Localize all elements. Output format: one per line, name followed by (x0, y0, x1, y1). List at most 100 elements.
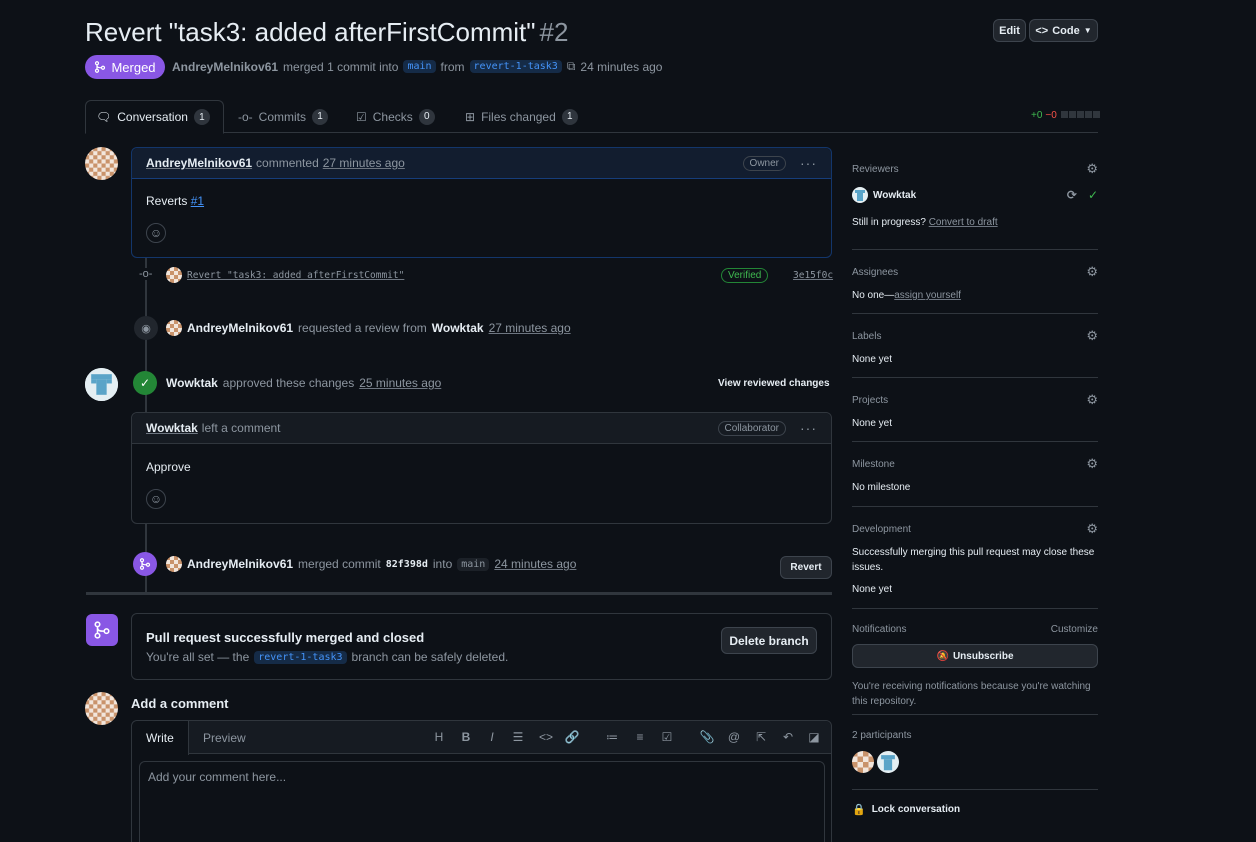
edit-button[interactable]: Edit (993, 19, 1026, 42)
gear-icon[interactable]: ⚙ (1086, 161, 1098, 177)
first-comment: AndreyMelnikov61 commented 27 minutes ag… (131, 147, 832, 258)
ordered-list-icon[interactable]: ≔ (604, 730, 620, 744)
participant-avatar[interactable] (852, 751, 874, 773)
milestone-section: Milestone ⚙ No milestone (852, 456, 1098, 507)
reply-icon[interactable]: ↶ (780, 730, 796, 744)
avatar-wowktak[interactable] (85, 368, 118, 401)
gear-icon[interactable]: ⚙ (1086, 264, 1098, 280)
tab-label: Checks (372, 109, 413, 124)
add-reaction-icon[interactable]: ☺ (146, 223, 166, 243)
heading-icon[interactable]: H (431, 730, 447, 744)
slash-command-icon[interactable]: ◪ (806, 730, 822, 744)
tab-files-changed[interactable]: ⊞ Files changed 1 (455, 100, 588, 133)
gear-icon[interactable]: ⚙ (1086, 328, 1098, 344)
unsubscribe-button[interactable]: 🔕 Unsubscribe (852, 644, 1098, 668)
commit-message[interactable]: Revert "task3: added afterFirstCommit" (187, 270, 404, 281)
view-reviewed-changes-link[interactable]: View reviewed changes (718, 378, 830, 389)
commit-sha[interactable]: 3e15f0c (793, 270, 833, 281)
base-branch[interactable]: main (403, 60, 436, 73)
assignees-section: Assignees ⚙ No one—assign yourself (852, 264, 1098, 314)
head-branch[interactable]: revert-1-task3 (469, 60, 562, 73)
comment-action: left a comment (201, 421, 281, 435)
bold-icon[interactable]: B (458, 730, 474, 744)
commit-event: Revert "task3: added afterFirstCommit" (166, 267, 404, 283)
author-link[interactable]: AndreyMelnikov61 (172, 60, 278, 74)
verified-badge[interactable]: Verified (721, 268, 769, 283)
reviewer-name[interactable]: Wowktak (432, 321, 484, 335)
gear-icon[interactable]: ⚙ (1086, 392, 1098, 408)
approver-name[interactable]: Wowktak (166, 376, 218, 390)
tab-label: Commits (258, 109, 307, 124)
reviewer-avatar[interactable] (852, 187, 868, 203)
tab-commits[interactable]: -o- Commits 1 (228, 100, 338, 133)
mention-icon[interactable]: @ (726, 730, 742, 744)
avatar-andreymelnikov61[interactable] (85, 147, 118, 180)
tab-count: 1 (193, 109, 210, 125)
delete-branch-button[interactable]: Delete branch (721, 627, 817, 654)
italic-icon[interactable]: I (484, 730, 500, 744)
issue-link[interactable]: #1 (191, 194, 204, 208)
comment-header: AndreyMelnikov61 commented 27 minutes ag… (132, 148, 831, 179)
code-button[interactable]: <> Code ▼ (1029, 19, 1098, 42)
attach-icon[interactable]: 📎 (699, 730, 715, 744)
gear-icon[interactable]: ⚙ (1086, 456, 1098, 472)
commit-author-avatar[interactable] (166, 267, 182, 283)
deletable-branch[interactable]: revert-1-task3 (254, 650, 347, 664)
pr-title: Revert "task3: added afterFirstCommit" #2 (85, 15, 568, 49)
unsubscribe-label: Unsubscribe (952, 650, 1014, 662)
revert-button[interactable]: Revert (780, 556, 832, 579)
lock-conversation-link[interactable]: 🔒 Lock conversation (852, 803, 960, 816)
merge-branch[interactable]: main (457, 557, 490, 571)
commit-icon: -o- (139, 268, 153, 280)
copy-icon[interactable]: ⧉ (567, 59, 576, 74)
re-request-icon[interactable]: ⟳ (1067, 188, 1077, 202)
comment-body-text: Reverts (146, 194, 188, 208)
code-icon[interactable]: <> (538, 730, 554, 744)
lock-icon: 🔒 (852, 804, 866, 816)
notifications-section: Notifications Customize You're receiving … (852, 624, 1098, 715)
merge-event-time[interactable]: 24 minutes ago (494, 557, 576, 571)
tab-preview[interactable]: Preview (189, 721, 260, 754)
tab-count: 0 (418, 108, 435, 125)
customize-link[interactable]: Customize (1051, 624, 1098, 635)
draft-row: Still in progress? Convert to draft (852, 217, 1098, 228)
task-list-icon[interactable]: ☑ (659, 730, 675, 744)
link-icon[interactable]: 🔗 (564, 730, 580, 744)
development-value: None yet (852, 584, 893, 595)
requester-avatar[interactable] (166, 320, 182, 336)
lock-label: Lock conversation (871, 804, 961, 815)
add-reaction-icon[interactable]: ☺ (146, 489, 166, 509)
approval-text: approved these changes (222, 376, 355, 390)
convert-to-draft-link[interactable]: Convert to draft (929, 217, 998, 228)
assign-yourself-link[interactable]: assign yourself (894, 290, 961, 301)
development-desc: Successfully merging this pull request m… (852, 547, 1095, 573)
merged-state-badge: Merged (85, 55, 165, 79)
comment-author[interactable]: Wowktak (146, 421, 198, 435)
comment-time[interactable]: 27 minutes ago (323, 156, 405, 170)
merge-status-desc: You're all set — the revert-1-task3 bran… (146, 650, 508, 664)
kebab-menu-icon[interactable]: ··· (800, 420, 817, 436)
current-user-avatar[interactable] (85, 692, 118, 725)
requester-name[interactable]: AndreyMelnikov61 (187, 321, 293, 335)
tab-conversation[interactable]: 🗨 Conversation 1 (85, 100, 224, 134)
gear-icon[interactable]: ⚙ (1086, 521, 1098, 537)
unordered-list-icon[interactable]: ≡ (632, 730, 648, 744)
comment-textarea[interactable]: Add your comment here... (139, 761, 825, 842)
reviewer-name[interactable]: Wowktak (873, 190, 916, 201)
participant-avatar[interactable] (877, 751, 899, 773)
comment-author[interactable]: AndreyMelnikov61 (146, 156, 252, 170)
merge-desc-prefix: You're all set — the (146, 650, 250, 664)
merger-name[interactable]: AndreyMelnikov61 (187, 557, 293, 571)
reference-icon[interactable]: ⇱ (753, 730, 769, 744)
quote-icon[interactable]: ☰ (510, 730, 526, 744)
preview-label: Preview (203, 730, 246, 745)
reviewers-section: Reviewers ⚙ Wowktak ⟳ ✓ Still in progress… (852, 161, 1098, 250)
merge-commit-sha[interactable]: 82f398d (386, 559, 428, 570)
development-title: Development (852, 523, 911, 535)
approval-time[interactable]: 25 minutes ago (359, 376, 441, 390)
request-time[interactable]: 27 minutes ago (489, 321, 571, 335)
kebab-menu-icon[interactable]: ··· (800, 155, 817, 171)
tab-checks[interactable]: ☑ Checks 0 (346, 100, 445, 133)
tab-write[interactable]: Write (132, 721, 189, 755)
merger-avatar[interactable] (166, 556, 182, 572)
